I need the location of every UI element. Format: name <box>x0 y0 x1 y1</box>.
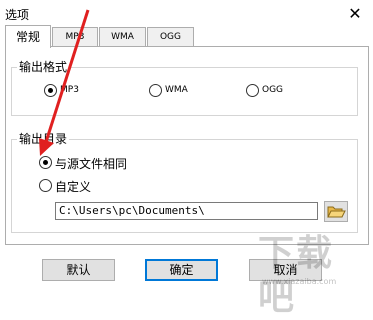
tab-general[interactable]: 常规 <box>5 25 51 48</box>
watermark-url: www.xiazaiba.com <box>262 277 337 286</box>
